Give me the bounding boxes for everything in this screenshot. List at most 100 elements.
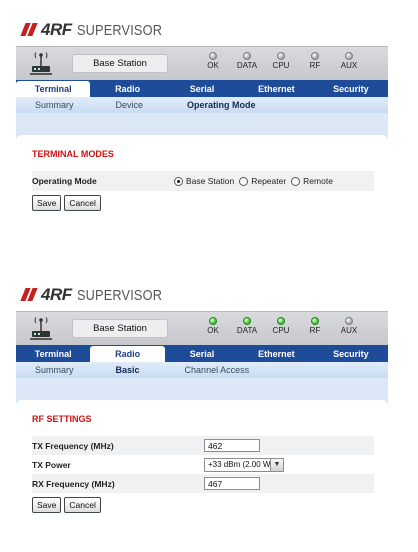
app-logo: 4RF SUPERVISOR (16, 18, 388, 42)
led-aux: AUX (332, 50, 366, 70)
led-label: DATA (236, 61, 258, 70)
tx-power-label: TX Power (32, 459, 71, 470)
tab-security[interactable]: Security (314, 80, 388, 97)
led-cpu: CPU (264, 315, 298, 335)
station-name: Base Station (72, 54, 168, 73)
radio-station-icon (30, 317, 52, 340)
form-buttons: Save Cancel (32, 195, 374, 211)
tab-security[interactable]: Security (314, 345, 388, 362)
tab-ethernet[interactable]: Ethernet (239, 345, 313, 362)
main-tabs: Terminal Radio Serial Ethernet Security (16, 345, 388, 362)
led-rf-indicator-icon (311, 317, 319, 325)
tx-power-select[interactable]: +33 dBm (2.00 W) ▼ (204, 457, 284, 472)
led-ok: OK (196, 50, 230, 70)
logo-mark-icon (20, 23, 38, 37)
radio-checked-icon[interactable] (174, 176, 183, 186)
led-ok: OK (196, 315, 230, 335)
content-area: TERMINAL MODES Operating Mode Base Stati… (16, 113, 388, 246)
chevron-down-icon[interactable]: ▼ (270, 458, 283, 471)
subtab-channel-access[interactable]: Channel Access (185, 365, 250, 375)
led-label: OK (207, 61, 219, 70)
tx-frequency-label: TX Frequency (MHz) (32, 440, 114, 451)
radio-unchecked-icon[interactable] (291, 176, 301, 186)
led-data: DATA (230, 50, 264, 70)
operating-mode-label: Operating Mode (32, 176, 97, 186)
mode-option-base-station[interactable]: Base Station (174, 176, 234, 186)
mode-option-repeater[interactable]: Repeater (239, 176, 286, 186)
tab-radio[interactable]: Radio (90, 80, 164, 97)
led-aux-indicator-icon (345, 317, 353, 325)
tab-radio[interactable]: Radio (90, 346, 165, 362)
led-label: RF (309, 61, 321, 70)
subtab-device[interactable]: Device (116, 100, 144, 110)
subtab-summary[interactable]: Summary (35, 365, 74, 375)
mode-option-label: Base Station (186, 176, 235, 186)
led-cpu-indicator-icon (277, 317, 285, 325)
rx-frequency-row: RX Frequency (MHz) 467 (32, 474, 374, 493)
status-leds: OK DATA CPU RF AUX (196, 315, 366, 335)
subtab-basic[interactable]: Basic (116, 365, 140, 375)
section-title: TERMINAL MODES (32, 149, 114, 159)
main-tabs: Terminal Radio Serial Ethernet Security (16, 80, 388, 97)
logo-product: SUPERVISOR (76, 286, 162, 304)
led-rf: RF (298, 315, 332, 335)
led-data: DATA (230, 315, 264, 335)
subtab-summary[interactable]: Summary (35, 100, 74, 110)
tx-frequency-row: TX Frequency (MHz) 462 (32, 436, 374, 455)
mode-option-label: Repeater (251, 176, 287, 186)
mode-option-label: Remote (303, 176, 333, 186)
led-aux: AUX (332, 315, 366, 335)
sub-tabs: Summary Device Operating Mode (16, 97, 388, 113)
content-area: RF SETTINGS TX Frequency (MHz) 462 TX Po… (16, 378, 388, 537)
save-button[interactable]: Save (32, 195, 62, 211)
settings-card: RF SETTINGS TX Frequency (MHz) 462 TX Po… (16, 400, 388, 537)
station-name: Base Station (72, 319, 168, 338)
led-rf: RF (298, 50, 332, 70)
led-cpu: CPU (264, 50, 298, 70)
status-leds: OK DATA CPU RF AUX (196, 50, 366, 70)
cancel-button[interactable]: Cancel (64, 497, 101, 513)
logo-brand: 4RF (41, 285, 72, 304)
radio-station-icon (30, 52, 52, 75)
tx-power-value: +33 dBm (2.00 W) (208, 460, 274, 469)
operating-mode-row: Operating Mode Base Station Repeater Rem… (32, 171, 374, 191)
rx-frequency-input[interactable]: 467 (204, 477, 260, 490)
logo-mark-icon (20, 288, 38, 302)
tab-serial[interactable]: Serial (165, 345, 239, 362)
section-title: RF SETTINGS (32, 414, 92, 424)
tx-power-row: TX Power +33 dBm (2.00 W) ▼ (32, 455, 374, 474)
form-buttons: Save Cancel (32, 497, 374, 513)
led-aux-indicator-icon (345, 52, 353, 60)
device-status-bar: Base Station OK DATA CPU RF AUX (16, 311, 388, 345)
led-ok-indicator-icon (209, 52, 217, 60)
tab-terminal[interactable]: Terminal (16, 345, 90, 362)
subtab-operating-mode[interactable]: Operating Mode (187, 100, 256, 110)
led-data-indicator-icon (243, 52, 251, 60)
led-data-indicator-icon (243, 317, 251, 325)
led-label: OK (207, 326, 219, 335)
rx-frequency-label: RX Frequency (MHz) (32, 478, 115, 489)
settings-card: TERMINAL MODES Operating Mode Base Stati… (16, 135, 388, 246)
led-label: AUX (340, 61, 358, 70)
save-button[interactable]: Save (32, 497, 62, 513)
mode-option-remote[interactable]: Remote (291, 176, 333, 186)
led-label: CPU (272, 326, 290, 335)
tab-ethernet[interactable]: Ethernet (239, 80, 313, 97)
radio-unchecked-icon[interactable] (239, 176, 249, 186)
led-ok-indicator-icon (209, 317, 217, 325)
tab-serial[interactable]: Serial (165, 80, 239, 97)
terminal-operating-mode-screen: 4RF SUPERVISOR Base Station OK DATA CPU … (16, 18, 388, 246)
radio-basic-screen: 4RF SUPERVISOR Base Station OK DATA CPU … (16, 283, 388, 537)
led-label: AUX (340, 326, 358, 335)
sub-tabs: Summary Basic Channel Access (16, 362, 388, 378)
device-status-bar: Base Station OK DATA CPU RF AUX (16, 46, 388, 80)
app-logo: 4RF SUPERVISOR (16, 283, 388, 307)
led-label: RF (309, 326, 321, 335)
logo-product: SUPERVISOR (76, 21, 162, 39)
logo-brand: 4RF (41, 20, 72, 39)
cancel-button[interactable]: Cancel (64, 195, 101, 211)
led-cpu-indicator-icon (277, 52, 285, 60)
led-rf-indicator-icon (311, 52, 319, 60)
tx-frequency-input[interactable]: 462 (204, 439, 260, 452)
tab-terminal[interactable]: Terminal (16, 81, 91, 97)
